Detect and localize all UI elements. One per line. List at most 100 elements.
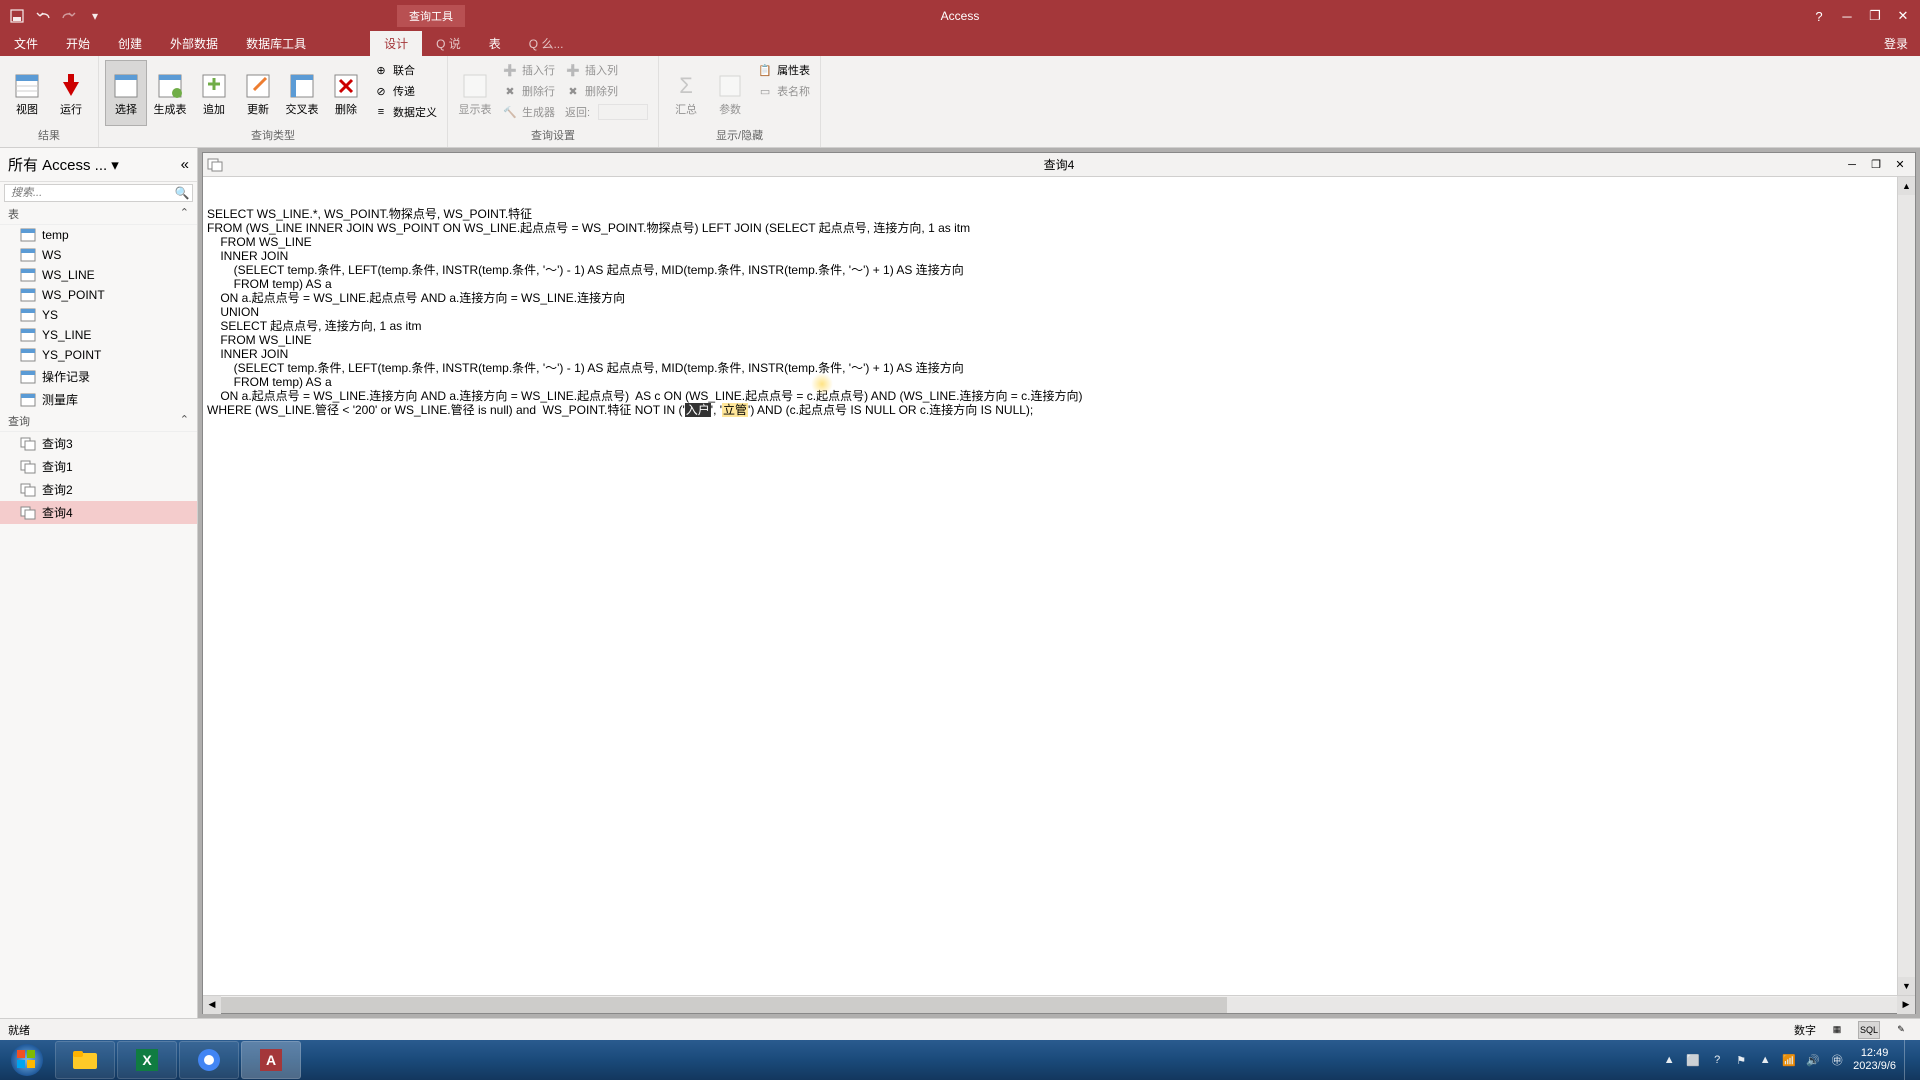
tray-network-icon[interactable]: 📶	[1781, 1052, 1797, 1068]
search-icon[interactable]: 🔍	[172, 185, 192, 201]
vertical-scrollbar[interactable]: ▲ ▼	[1897, 177, 1915, 995]
vscroll-track[interactable]	[1898, 195, 1915, 977]
group-showhide-label: 显示/隐藏	[665, 127, 814, 145]
taskbar-access[interactable]: A	[241, 1041, 301, 1079]
query-icon	[203, 158, 227, 172]
property-sheet-button[interactable]: 📋属性表	[753, 60, 814, 80]
insert-col-button: ➕插入列	[561, 60, 652, 80]
tab-table[interactable]: 表	[475, 31, 515, 56]
tab-file[interactable]: 文件	[0, 31, 52, 56]
tab-tell2[interactable]: Q 么...	[515, 31, 578, 56]
crosstab-button[interactable]: 交叉表	[281, 60, 323, 126]
doc-restore-icon[interactable]: ❐	[1865, 156, 1887, 174]
restore-icon[interactable]: ❐	[1862, 6, 1888, 26]
tray-flag-icon[interactable]: ⚑	[1733, 1052, 1749, 1068]
scroll-down-icon[interactable]: ▼	[1898, 977, 1915, 995]
show-desktop[interactable]	[1904, 1040, 1914, 1080]
horizontal-scrollbar[interactable]: ◀ ▶	[203, 995, 1915, 1013]
nav-search: 🔍	[4, 184, 193, 202]
scroll-left-icon[interactable]: ◀	[203, 996, 221, 1014]
document-titlebar: 查询4 ─ ❐ ✕	[203, 153, 1915, 177]
append-button[interactable]: 追加	[193, 60, 235, 126]
tab-tell1[interactable]: Q 说	[422, 31, 475, 56]
ribbon: 视图 运行 结果 选择 生成表 追加 更新 交叉表 删除 ⊕联合 ⊘传递 ≡数据…	[0, 56, 1920, 148]
nav-table-item[interactable]: WS_POINT	[0, 285, 197, 305]
view-design-icon[interactable]: ✎	[1890, 1021, 1912, 1039]
doc-minimize-icon[interactable]: ─	[1841, 156, 1863, 174]
tab-external[interactable]: 外部数据	[156, 31, 232, 56]
redo-icon[interactable]	[60, 7, 78, 25]
tray-action-icon[interactable]: ⬜	[1685, 1052, 1701, 1068]
nav-query-item[interactable]: 查询4	[0, 501, 197, 524]
return-combo: 返回:	[561, 102, 652, 122]
tab-dbtools[interactable]: 数据库工具	[232, 31, 320, 56]
tab-design[interactable]: 设计	[370, 31, 422, 56]
status-numlock: 数字	[1794, 1022, 1816, 1038]
nav-table-item[interactable]: YS_LINE	[0, 325, 197, 345]
view-datasheet-icon[interactable]: ▦	[1826, 1021, 1848, 1039]
taskbar-excel[interactable]: X	[117, 1041, 177, 1079]
delete-col-button: ✖删除列	[561, 81, 652, 101]
minimize-icon[interactable]: ─	[1834, 6, 1860, 26]
tray-shield-icon[interactable]: ▲	[1757, 1052, 1773, 1068]
data-def-button[interactable]: ≡数据定义	[369, 102, 441, 122]
select-query-button[interactable]: 选择	[105, 60, 147, 126]
nav-query-item[interactable]: 查询3	[0, 432, 197, 455]
passthrough-button[interactable]: ⊘传递	[369, 81, 441, 101]
nav-table-item[interactable]: WS	[0, 245, 197, 265]
taskbar-explorer[interactable]	[55, 1041, 115, 1079]
close-icon[interactable]: ✕	[1890, 6, 1916, 26]
show-table-button: 显示表	[454, 60, 496, 126]
login-link[interactable]: 登录	[1872, 31, 1920, 56]
qat-dropdown-icon[interactable]: ▾	[86, 7, 104, 25]
totals-button: Σ汇总	[665, 60, 707, 126]
sql-editor[interactable]: SELECT WS_LINE.*, WS_POINT.物探点号, WS_POIN…	[203, 177, 1915, 995]
view-button[interactable]: 视图	[6, 60, 48, 126]
doc-close-icon[interactable]: ✕	[1889, 156, 1911, 174]
scroll-up-icon[interactable]: ▲	[1898, 177, 1915, 195]
nav-table-item[interactable]: temp	[0, 225, 197, 245]
nav-table-item[interactable]: YS	[0, 305, 197, 325]
search-input[interactable]	[5, 185, 172, 201]
nav-table-item[interactable]: 测量库	[0, 388, 197, 411]
nav-table-item[interactable]: YS_POINT	[0, 345, 197, 365]
delete-query-button[interactable]: 删除	[325, 60, 367, 126]
view-sql-icon[interactable]: SQL	[1858, 1021, 1880, 1039]
ribbon-tabs: 文件 开始 创建 外部数据 数据库工具 设计 Q 说 表 Q 么... 登录	[0, 32, 1920, 56]
taskbar-clock[interactable]: 12:49 2023/9/6	[1853, 1047, 1896, 1073]
nav-section-tables[interactable]: 表⌃	[0, 204, 197, 225]
navigation-pane: 所有 Access ... ▾ « 🔍 表⌃ tempWSWS_LINEWS_P…	[0, 148, 198, 1018]
nav-query-item[interactable]: 查询2	[0, 478, 197, 501]
hscroll-thumb[interactable]	[221, 997, 1227, 1013]
union-button[interactable]: ⊕联合	[369, 60, 441, 80]
collapse-icon[interactable]: «	[181, 156, 189, 173]
tray-volume-icon[interactable]: 🔊	[1805, 1052, 1821, 1068]
query-window: 查询4 ─ ❐ ✕ SELECT WS_LINE.*, WS_POINT.物探点…	[202, 152, 1916, 1014]
params-button: 参数	[709, 60, 751, 126]
scroll-right-icon[interactable]: ▶	[1897, 996, 1915, 1014]
nav-query-item[interactable]: 查询1	[0, 455, 197, 478]
tab-home[interactable]: 开始	[52, 31, 104, 56]
tray-up-icon[interactable]: ▲	[1661, 1052, 1677, 1068]
update-button[interactable]: 更新	[237, 60, 279, 126]
start-button[interactable]	[0, 1040, 54, 1080]
run-button[interactable]: 运行	[50, 60, 92, 126]
status-bar: 就绪 数字 ▦ SQL ✎	[0, 1018, 1920, 1040]
taskbar-browser[interactable]	[179, 1041, 239, 1079]
nav-header[interactable]: 所有 Access ... ▾ «	[0, 148, 197, 182]
nav-table-item[interactable]: 操作记录	[0, 365, 197, 388]
insert-row-button: ➕插入行	[498, 60, 559, 80]
hscroll-track[interactable]	[221, 997, 1897, 1013]
help-icon[interactable]: ?	[1806, 6, 1832, 26]
nav-section-queries[interactable]: 查询⌃	[0, 411, 197, 432]
tray-help-icon[interactable]: ?	[1709, 1052, 1725, 1068]
taskbar: X A ▲ ⬜ ? ⚑ ▲ 📶 🔊 ㊥ 12:49 2023/9/6	[0, 1040, 1920, 1080]
undo-icon[interactable]	[34, 7, 52, 25]
save-icon[interactable]	[8, 7, 26, 25]
nav-table-item[interactable]: WS_LINE	[0, 265, 197, 285]
tray-ime-icon[interactable]: ㊥	[1829, 1052, 1845, 1068]
tab-create[interactable]: 创建	[104, 31, 156, 56]
make-table-button[interactable]: 生成表	[149, 60, 191, 126]
context-tool-title: 查询工具	[397, 5, 465, 27]
svg-text:X: X	[142, 1052, 152, 1068]
